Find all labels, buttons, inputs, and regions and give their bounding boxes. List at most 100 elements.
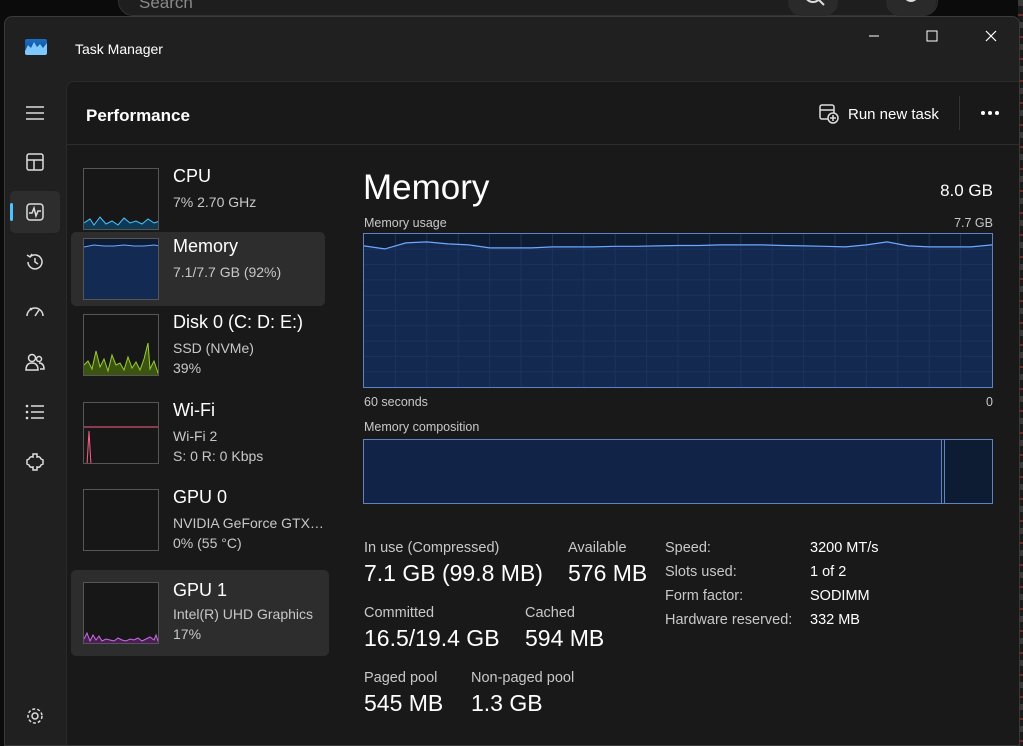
- resource-name: GPU 1: [173, 580, 228, 600]
- maximize-button[interactable]: [903, 17, 961, 55]
- task-manager-window: Task Manager Performance Run new task CP…: [4, 16, 1020, 746]
- gpu0-thumbnail-graph: [83, 489, 159, 551]
- processes-icon: [26, 153, 44, 171]
- memory-detail-panel: Memory 8.0 GB Memory usage 7.7 GB 60 sec…: [363, 146, 993, 745]
- users-icon: [25, 353, 45, 371]
- paged-pool-value: 545 MB: [364, 690, 444, 716]
- resource-item-cpu[interactable]: CPU 7% 2.70 GHz: [71, 162, 325, 236]
- settings-icon: [27, 708, 43, 724]
- startup-apps-icon: [26, 307, 44, 317]
- run-new-task-button[interactable]: Run new task: [819, 100, 939, 128]
- gpu1-thumbnail-graph: [83, 582, 159, 644]
- app-history-icon: [26, 253, 43, 270]
- close-icon: [985, 30, 997, 42]
- details-icon: [25, 404, 44, 420]
- resource-name: Wi-Fi: [173, 400, 215, 420]
- composition-modified: [941, 440, 945, 503]
- slots-used-value: 1 of 2: [810, 564, 847, 580]
- memory-usage-max: 7.7 GB: [954, 216, 993, 230]
- memory-thumbnail-graph: [83, 238, 159, 300]
- cached-label: Cached: [525, 605, 575, 621]
- memory-usage-graph: [363, 233, 993, 388]
- minimize-button[interactable]: [845, 17, 903, 55]
- menu-icon: [26, 106, 44, 120]
- form-factor-value: SODIMM: [810, 588, 870, 604]
- nav-app-history[interactable]: [10, 241, 60, 283]
- resource-list: CPU 7% 2.70 GHz Memory 7.1/7.7 GB (92%) …: [67, 146, 337, 745]
- run-task-icon: [819, 104, 839, 124]
- composition-in-use: [364, 440, 942, 503]
- form-factor-label: Form factor:: [665, 588, 744, 604]
- run-new-task-label: Run new task: [848, 105, 939, 123]
- speed-label: Speed:: [665, 540, 711, 556]
- performance-icon: [26, 203, 44, 221]
- resource-name: Disk 0 (C: D: E:): [173, 312, 304, 332]
- resource-item-disk[interactable]: Disk 0 (C: D: E:) SSD (NVMe) 39%: [71, 308, 325, 382]
- nav-details[interactable]: [10, 391, 60, 433]
- resource-detail: 7% 2.70 GHz: [173, 194, 257, 210]
- time-span-label: 60 seconds: [364, 395, 428, 409]
- resource-name: GPU 0: [173, 487, 228, 507]
- title-bar[interactable]: Task Manager: [5, 17, 1019, 81]
- background-search-icon: [788, 0, 838, 16]
- resource-item-wifi[interactable]: Wi-Fi Wi-Fi 2 S: 0 R: 0 Kbps: [71, 396, 325, 470]
- speed-value: 3200 MT/s: [810, 540, 879, 556]
- content-area: Performance Run new task CPU 7% 2.70 GHz: [66, 81, 1019, 745]
- resource-detail-secondary: 17%: [173, 626, 202, 642]
- background-search-placeholder: Search: [139, 0, 193, 12]
- maximize-icon: [926, 30, 938, 42]
- nav-services[interactable]: [10, 441, 60, 483]
- window-title: Task Manager: [75, 41, 163, 57]
- minimize-icon: [869, 35, 879, 37]
- resource-detail: NVIDIA GeForce GTX…: [173, 515, 324, 531]
- resource-name: CPU: [173, 166, 212, 186]
- memory-usage-area: [364, 241, 992, 387]
- resource-item-gpu0[interactable]: GPU 0 NVIDIA GeForce GTX… 0% (55 °C): [71, 483, 325, 557]
- resource-detail: Intel(R) UHD Graphics: [173, 606, 314, 622]
- close-button[interactable]: [962, 17, 1019, 55]
- nav-settings[interactable]: [10, 695, 60, 737]
- total-memory: 8.0 GB: [940, 181, 993, 200]
- resource-detail: Wi-Fi 2: [173, 428, 218, 444]
- cached-value: 594 MB: [525, 625, 605, 651]
- in-use-label: In use (Compressed): [364, 540, 500, 556]
- resource-detail: 7.1/7.7 GB (92%): [173, 264, 282, 280]
- menu-button[interactable]: [10, 92, 60, 134]
- services-icon: [26, 453, 44, 471]
- nav-users[interactable]: [10, 341, 60, 383]
- resource-name: Memory: [173, 236, 239, 256]
- committed-label: Committed: [364, 605, 435, 621]
- non-paged-pool-label: Non-paged pool: [471, 670, 575, 686]
- page-title: Performance: [86, 106, 190, 125]
- wifi-thumbnail-graph: [83, 402, 159, 464]
- resource-detail: SSD (NVMe): [173, 340, 254, 356]
- hardware-reserved-label: Hardware reserved:: [665, 612, 793, 628]
- resource-detail-secondary: 39%: [173, 360, 202, 376]
- nav-performance[interactable]: [10, 191, 60, 233]
- page-header: Performance Run new task: [67, 82, 1019, 145]
- disk-thumbnail-graph: [83, 314, 159, 376]
- cpu-thumbnail-graph: [83, 168, 159, 230]
- resource-detail-secondary: 0% (55 °C): [173, 535, 242, 551]
- committed-value: 16.5/19.4 GB: [364, 625, 500, 651]
- task-manager-app-icon: [25, 39, 47, 55]
- nav-startup-apps[interactable]: [10, 291, 60, 333]
- available-value: 576 MB: [568, 560, 648, 586]
- background-mic-icon: [886, 0, 936, 16]
- time-end-label: 0: [986, 395, 993, 409]
- header-divider: [959, 96, 960, 130]
- non-paged-pool-value: 1.3 GB: [471, 690, 543, 716]
- slots-used-label: Slots used:: [665, 564, 737, 580]
- resource-detail-secondary: S: 0 R: 0 Kbps: [173, 448, 264, 464]
- navigation-rail: [5, 81, 65, 745]
- more-options-button[interactable]: [973, 98, 1007, 128]
- available-label: Available: [568, 540, 627, 556]
- memory-usage-label: Memory usage: [364, 216, 447, 230]
- more-options-icon: [981, 111, 999, 115]
- nav-processes[interactable]: [10, 141, 60, 183]
- resource-title: Memory: [363, 168, 490, 207]
- memory-composition-label: Memory composition: [364, 420, 480, 434]
- hardware-reserved-value: 332 MB: [810, 612, 860, 628]
- resource-item-memory[interactable]: Memory 7.1/7.7 GB (92%): [71, 232, 325, 306]
- resource-item-gpu1[interactable]: GPU 1 Intel(R) UHD Graphics 17%: [71, 570, 329, 656]
